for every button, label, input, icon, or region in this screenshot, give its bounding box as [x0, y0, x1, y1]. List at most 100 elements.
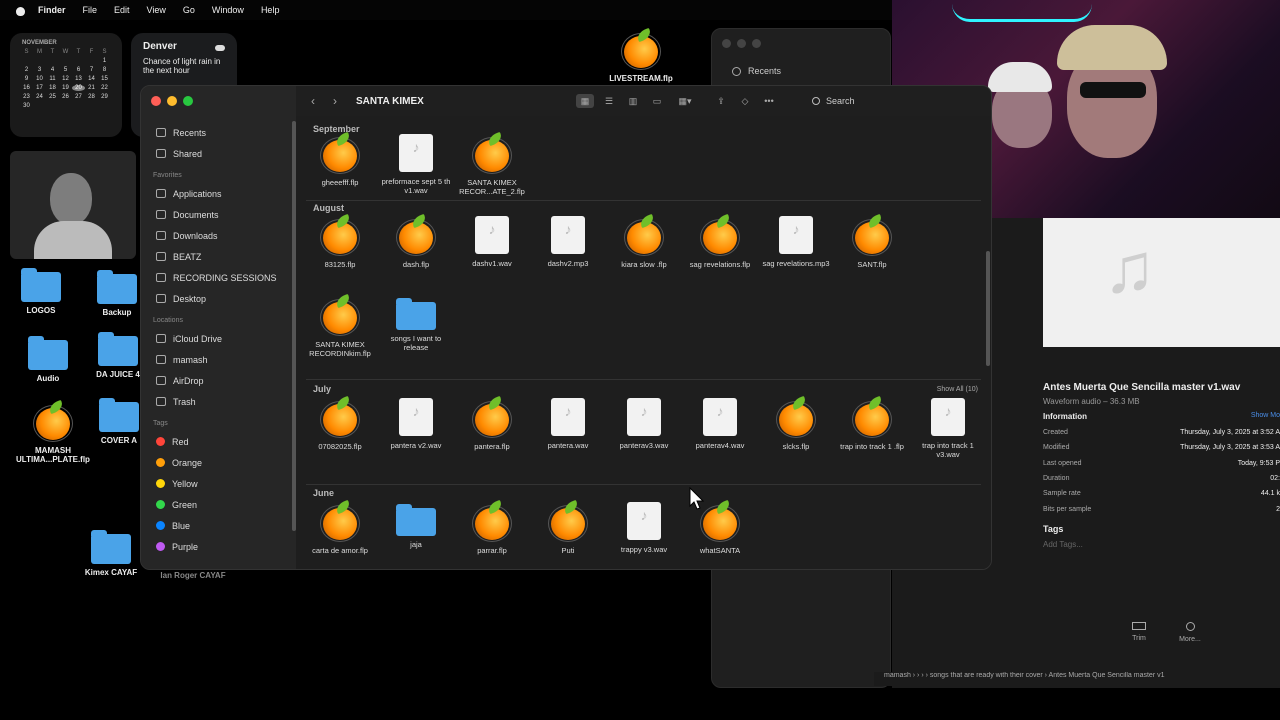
desktop-folder-logos[interactable]: LOGOS [1, 268, 81, 315]
file-item[interactable]: trap into track 1 v3.wav [910, 398, 986, 459]
desktop-folder-audio[interactable]: Audio [8, 336, 88, 383]
minimize-button[interactable] [737, 39, 746, 48]
file-item[interactable]: Puti [530, 499, 606, 555]
minimize-button[interactable] [167, 96, 177, 106]
apple-icon[interactable] [14, 4, 28, 16]
file-item[interactable]: gheeefff.flp [302, 131, 378, 187]
show-more-link[interactable]: Show Mo [1251, 412, 1280, 419]
add-tags-field[interactable]: Add Tags... [1043, 540, 1083, 549]
menu-window[interactable]: Window [212, 5, 244, 15]
share-button[interactable]: ⇪ [712, 94, 730, 108]
desktop-file-livestream[interactable]: LIVESTREAM.flp [601, 27, 681, 83]
fl-studio-icon [700, 499, 740, 542]
sidebar-item-documents[interactable]: Documents [141, 204, 296, 225]
file-item[interactable]: dashv2.mp3 [530, 216, 606, 268]
column-view-button[interactable]: ▥ [624, 94, 642, 108]
file-item[interactable]: dash.flp [378, 213, 454, 269]
sidebar-item-recents[interactable]: Recents [732, 66, 781, 76]
sidebar-item-tag-red[interactable]: Red [141, 431, 296, 452]
sidebar-item-mamash[interactable]: mamash [141, 349, 296, 370]
file-item[interactable]: trappy v3.wav [606, 502, 682, 554]
group-by-button[interactable]: ▦▾ [672, 94, 698, 108]
finder-window[interactable]: Recents Shared Favorites Applications Docume… [140, 85, 992, 570]
file-item[interactable]: SANTA KIMEX RECOR...ATE_2.flp [454, 131, 530, 196]
sidebar-item-recents[interactable]: Recents [141, 122, 296, 143]
menu-help[interactable]: Help [261, 5, 280, 15]
list-view-button[interactable]: ☰ [600, 94, 618, 108]
sidebar-item-recording-sessions[interactable]: RECORDING SESSIONS [141, 267, 296, 288]
menu-file[interactable]: File [83, 5, 98, 15]
sidebar-item-tag-green[interactable]: Green [141, 494, 296, 515]
file-item[interactable]: dashv1.wav [454, 216, 530, 268]
content-scrollbar[interactable] [986, 251, 990, 366]
menu-edit[interactable]: Edit [114, 5, 130, 15]
file-item[interactable]: carta de amor.flp [302, 499, 378, 555]
file-item[interactable]: slcks.flp [758, 395, 834, 451]
fl-studio-icon [852, 213, 892, 256]
fl-studio-icon [320, 499, 360, 542]
file-item[interactable]: sag revelations.flp [682, 213, 758, 269]
file-item[interactable]: sag revelations.mp3 [758, 216, 834, 268]
sidebar-item-trash[interactable]: Trash [141, 391, 296, 412]
sidebar-item-tag-purple[interactable]: Purple [141, 536, 296, 557]
show-all-button[interactable]: Show All (10) [937, 386, 978, 393]
sidebar-item-beatz[interactable]: BEATZ [141, 246, 296, 267]
sidebar-item-tag-blue[interactable]: Blue [141, 515, 296, 536]
close-button[interactable] [722, 39, 731, 48]
file-item[interactable]: 83125.flp [302, 213, 378, 269]
path-bar[interactable]: mamash › › › › songs that are ready with… [874, 672, 1280, 686]
file-item[interactable]: pantera.wav [530, 398, 606, 450]
file-item[interactable]: 07082025.flp [302, 395, 378, 451]
sidebar-item-label: RECORDING SESSIONS [173, 272, 277, 283]
file-item[interactable]: trap into track 1 .flp [834, 395, 910, 451]
sidebar-item-tag-yellow[interactable]: Yellow [141, 473, 296, 494]
zoom-button[interactable] [183, 96, 193, 106]
sidebar-item-airdrop[interactable]: AirDrop [141, 370, 296, 391]
finder-toolbar: ‹ › SANTA KIMEX ▦ ☰ ▥ ▭ ▦▾ ⇪ ◇ ••• Searc… [296, 86, 991, 116]
photo-widget[interactable] [10, 151, 136, 259]
file-item[interactable]: pantera v2.wav [378, 398, 454, 450]
file-item[interactable]: panterav4.wav [682, 398, 758, 450]
icon-view-button[interactable]: ▦ [576, 94, 594, 108]
file-item[interactable]: jaja [378, 502, 454, 549]
search-field[interactable]: Search [806, 92, 886, 110]
menu-go[interactable]: Go [183, 5, 195, 15]
sidebar-item-downloads[interactable]: Downloads [141, 225, 296, 246]
close-button[interactable] [151, 96, 161, 106]
sidebar-item-applications[interactable]: Applications [141, 183, 296, 204]
file-item[interactable]: songs I want to release [378, 296, 454, 352]
file-item[interactable]: pantera.flp [454, 395, 530, 451]
information-heading-label: Information [1043, 412, 1087, 421]
file-name: dashv2.mp3 [547, 259, 589, 268]
file-item[interactable]: kiara slow .flp [606, 213, 682, 269]
file-item[interactable]: SANT.flp [834, 213, 910, 269]
sidebar-item-label: Desktop [173, 293, 207, 304]
calendar-widget[interactable]: NOVEMBER S M T W T F S 1 2 3 4 5 6 7 8 9 10 11 12 13 14 15 16 1… [10, 33, 122, 137]
file-item[interactable]: parrar.flp [454, 499, 530, 555]
more-button[interactable]: More... [1175, 622, 1205, 643]
trim-button[interactable]: Trim [1124, 622, 1154, 642]
zoom-button[interactable] [752, 39, 761, 48]
desktop-folder-kimex[interactable]: Kimex CAYAF [71, 530, 151, 577]
gallery-view-button[interactable]: ▭ [648, 94, 666, 108]
sidebar-item-icloud-drive[interactable]: iCloud Drive [141, 328, 296, 349]
desktop-file-ian[interactable]: Ian Roger CAYAF [153, 571, 233, 580]
file-item[interactable]: panterav3.wav [606, 398, 682, 450]
back-button[interactable]: ‹ [302, 94, 324, 108]
audio-file-icon [551, 216, 585, 254]
sidebar-item-shared[interactable]: Shared [141, 143, 296, 164]
window-controls [151, 96, 193, 106]
file-item[interactable]: SANTA KIMEX RECORDINkim.flp [302, 293, 378, 358]
sidebar-item-tag-orange[interactable]: Orange [141, 452, 296, 473]
calendar-day: 16 [23, 85, 30, 91]
action-button[interactable]: ••• [760, 94, 778, 108]
sidebar-item-label: Blue [172, 520, 191, 531]
sidebar-item-desktop[interactable]: Desktop [141, 288, 296, 309]
tag-button[interactable]: ◇ [736, 94, 754, 108]
forward-button[interactable]: › [324, 94, 346, 108]
neon-light [952, 4, 1092, 22]
file-item[interactable]: preformace sept 5 th v1.wav [378, 134, 454, 195]
file-name: pantera.wav [547, 441, 589, 450]
menu-app-finder[interactable]: Finder [38, 5, 66, 15]
menu-view[interactable]: View [147, 5, 166, 15]
